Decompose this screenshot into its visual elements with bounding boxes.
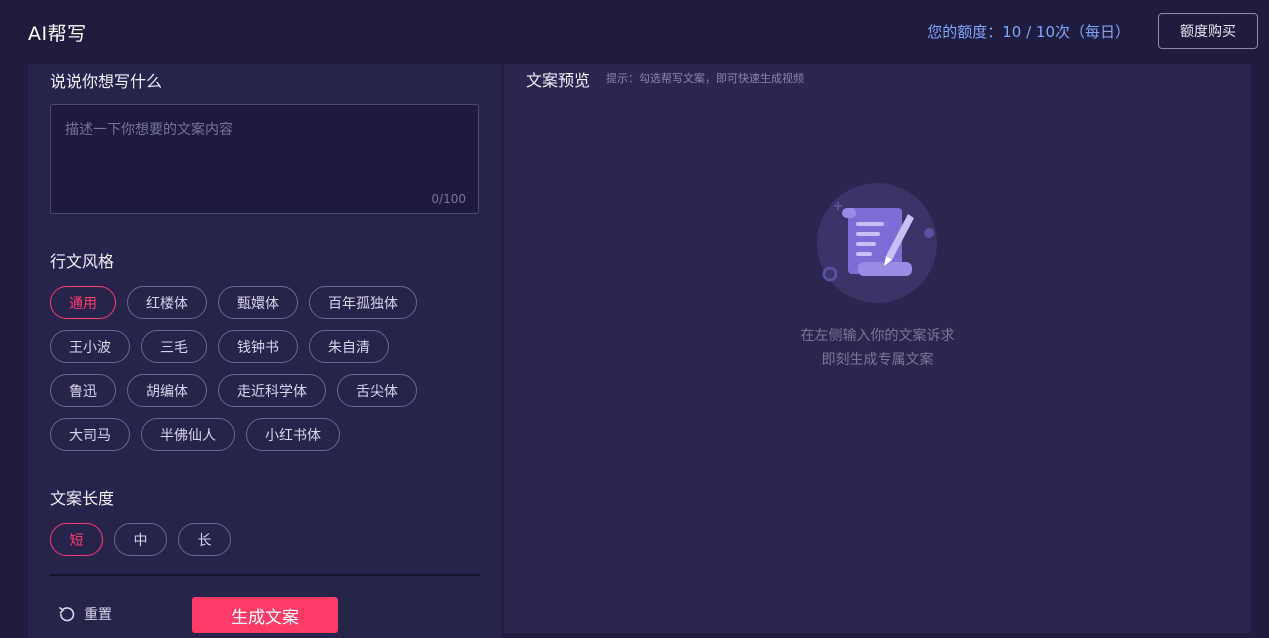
style-tag-zhenhuan[interactable]: 甄嬛体: [218, 286, 298, 319]
length-short[interactable]: 短: [50, 523, 103, 556]
generate-button[interactable]: 生成文案: [192, 597, 338, 633]
length-section-title: 文案长度: [50, 489, 115, 508]
style-tag-banfo[interactable]: 半佛仙人: [141, 418, 235, 451]
length-medium[interactable]: 中: [114, 523, 167, 556]
preview-panel: 文案预览 提示：勾选帮写文案，即可快速生成视频 在左侧输入你的文案诉求 即刻生成…: [504, 64, 1251, 633]
style-tag-lu-xun[interactable]: 鲁迅: [50, 374, 116, 407]
style-tag-tongue-tip[interactable]: 舌尖体: [337, 374, 417, 407]
preview-hint: 提示：勾选帮写文案，即可快速生成视频: [606, 72, 804, 85]
quota-text: 您的额度：10 / 10次（每日）: [927, 23, 1130, 41]
style-tag-qian-zhongshu[interactable]: 钱钟书: [218, 330, 298, 363]
empty-state-line1: 在左侧输入你的文案诉求: [800, 328, 955, 344]
length-options: 短 中 长: [50, 523, 231, 556]
style-row: 王小波 三毛 钱钟书 朱自清: [50, 330, 417, 363]
style-tag-zhu-ziqing[interactable]: 朱自清: [309, 330, 389, 363]
style-tag-xiaohongshu[interactable]: 小红书体: [246, 418, 340, 451]
style-tag-sanmao[interactable]: 三毛: [141, 330, 207, 363]
style-row: 鲁迅 胡编体 走近科学体 舌尖体: [50, 374, 417, 407]
empty-state-line2: 即刻生成专属文案: [821, 352, 934, 368]
style-tag-wang-xiaobo[interactable]: 王小波: [50, 330, 130, 363]
app-title: AI帮写: [28, 23, 87, 45]
top-bar: AI帮写 您的额度：10 / 10次（每日） 额度购买: [0, 0, 1269, 64]
style-tag-grid: 通用 红楼体 甄嬛体 百年孤独体 王小波 三毛 钱钟书 朱自清 鲁迅 胡编体 走…: [50, 286, 417, 462]
divider: [50, 574, 480, 576]
buy-quota-button[interactable]: 额度购买: [1158, 13, 1258, 49]
prompt-input[interactable]: [51, 105, 478, 213]
style-tag-general[interactable]: 通用: [50, 286, 116, 319]
prompt-box: 0/100: [50, 104, 479, 214]
style-row: 大司马 半佛仙人 小红书体: [50, 418, 417, 451]
preview-title: 文案预览: [526, 71, 591, 90]
prompt-section-title: 说说你想写什么: [50, 72, 163, 91]
style-tag-hubian[interactable]: 胡编体: [127, 374, 207, 407]
length-long[interactable]: 长: [178, 523, 231, 556]
style-tag-hongloutì[interactable]: 红楼体: [127, 286, 207, 319]
char-counter: 0/100: [431, 192, 466, 206]
reset-label: 重置: [84, 607, 112, 623]
reset-button[interactable]: 重置: [58, 604, 112, 624]
style-tag-approach-science[interactable]: 走近科学体: [218, 374, 326, 407]
style-row: 通用 红楼体 甄嬛体 百年孤独体: [50, 286, 417, 319]
input-panel: 说说你想写什么 0/100 行文风格 通用 红楼体 甄嬛体 百年孤独体 王小波 …: [28, 64, 502, 638]
reset-icon: [59, 607, 75, 622]
style-tag-hundred-years[interactable]: 百年孤独体: [309, 286, 417, 319]
style-tag-dasima[interactable]: 大司马: [50, 418, 130, 451]
scroll-pen-icon: [817, 183, 937, 303]
style-section-title: 行文风格: [50, 252, 115, 271]
